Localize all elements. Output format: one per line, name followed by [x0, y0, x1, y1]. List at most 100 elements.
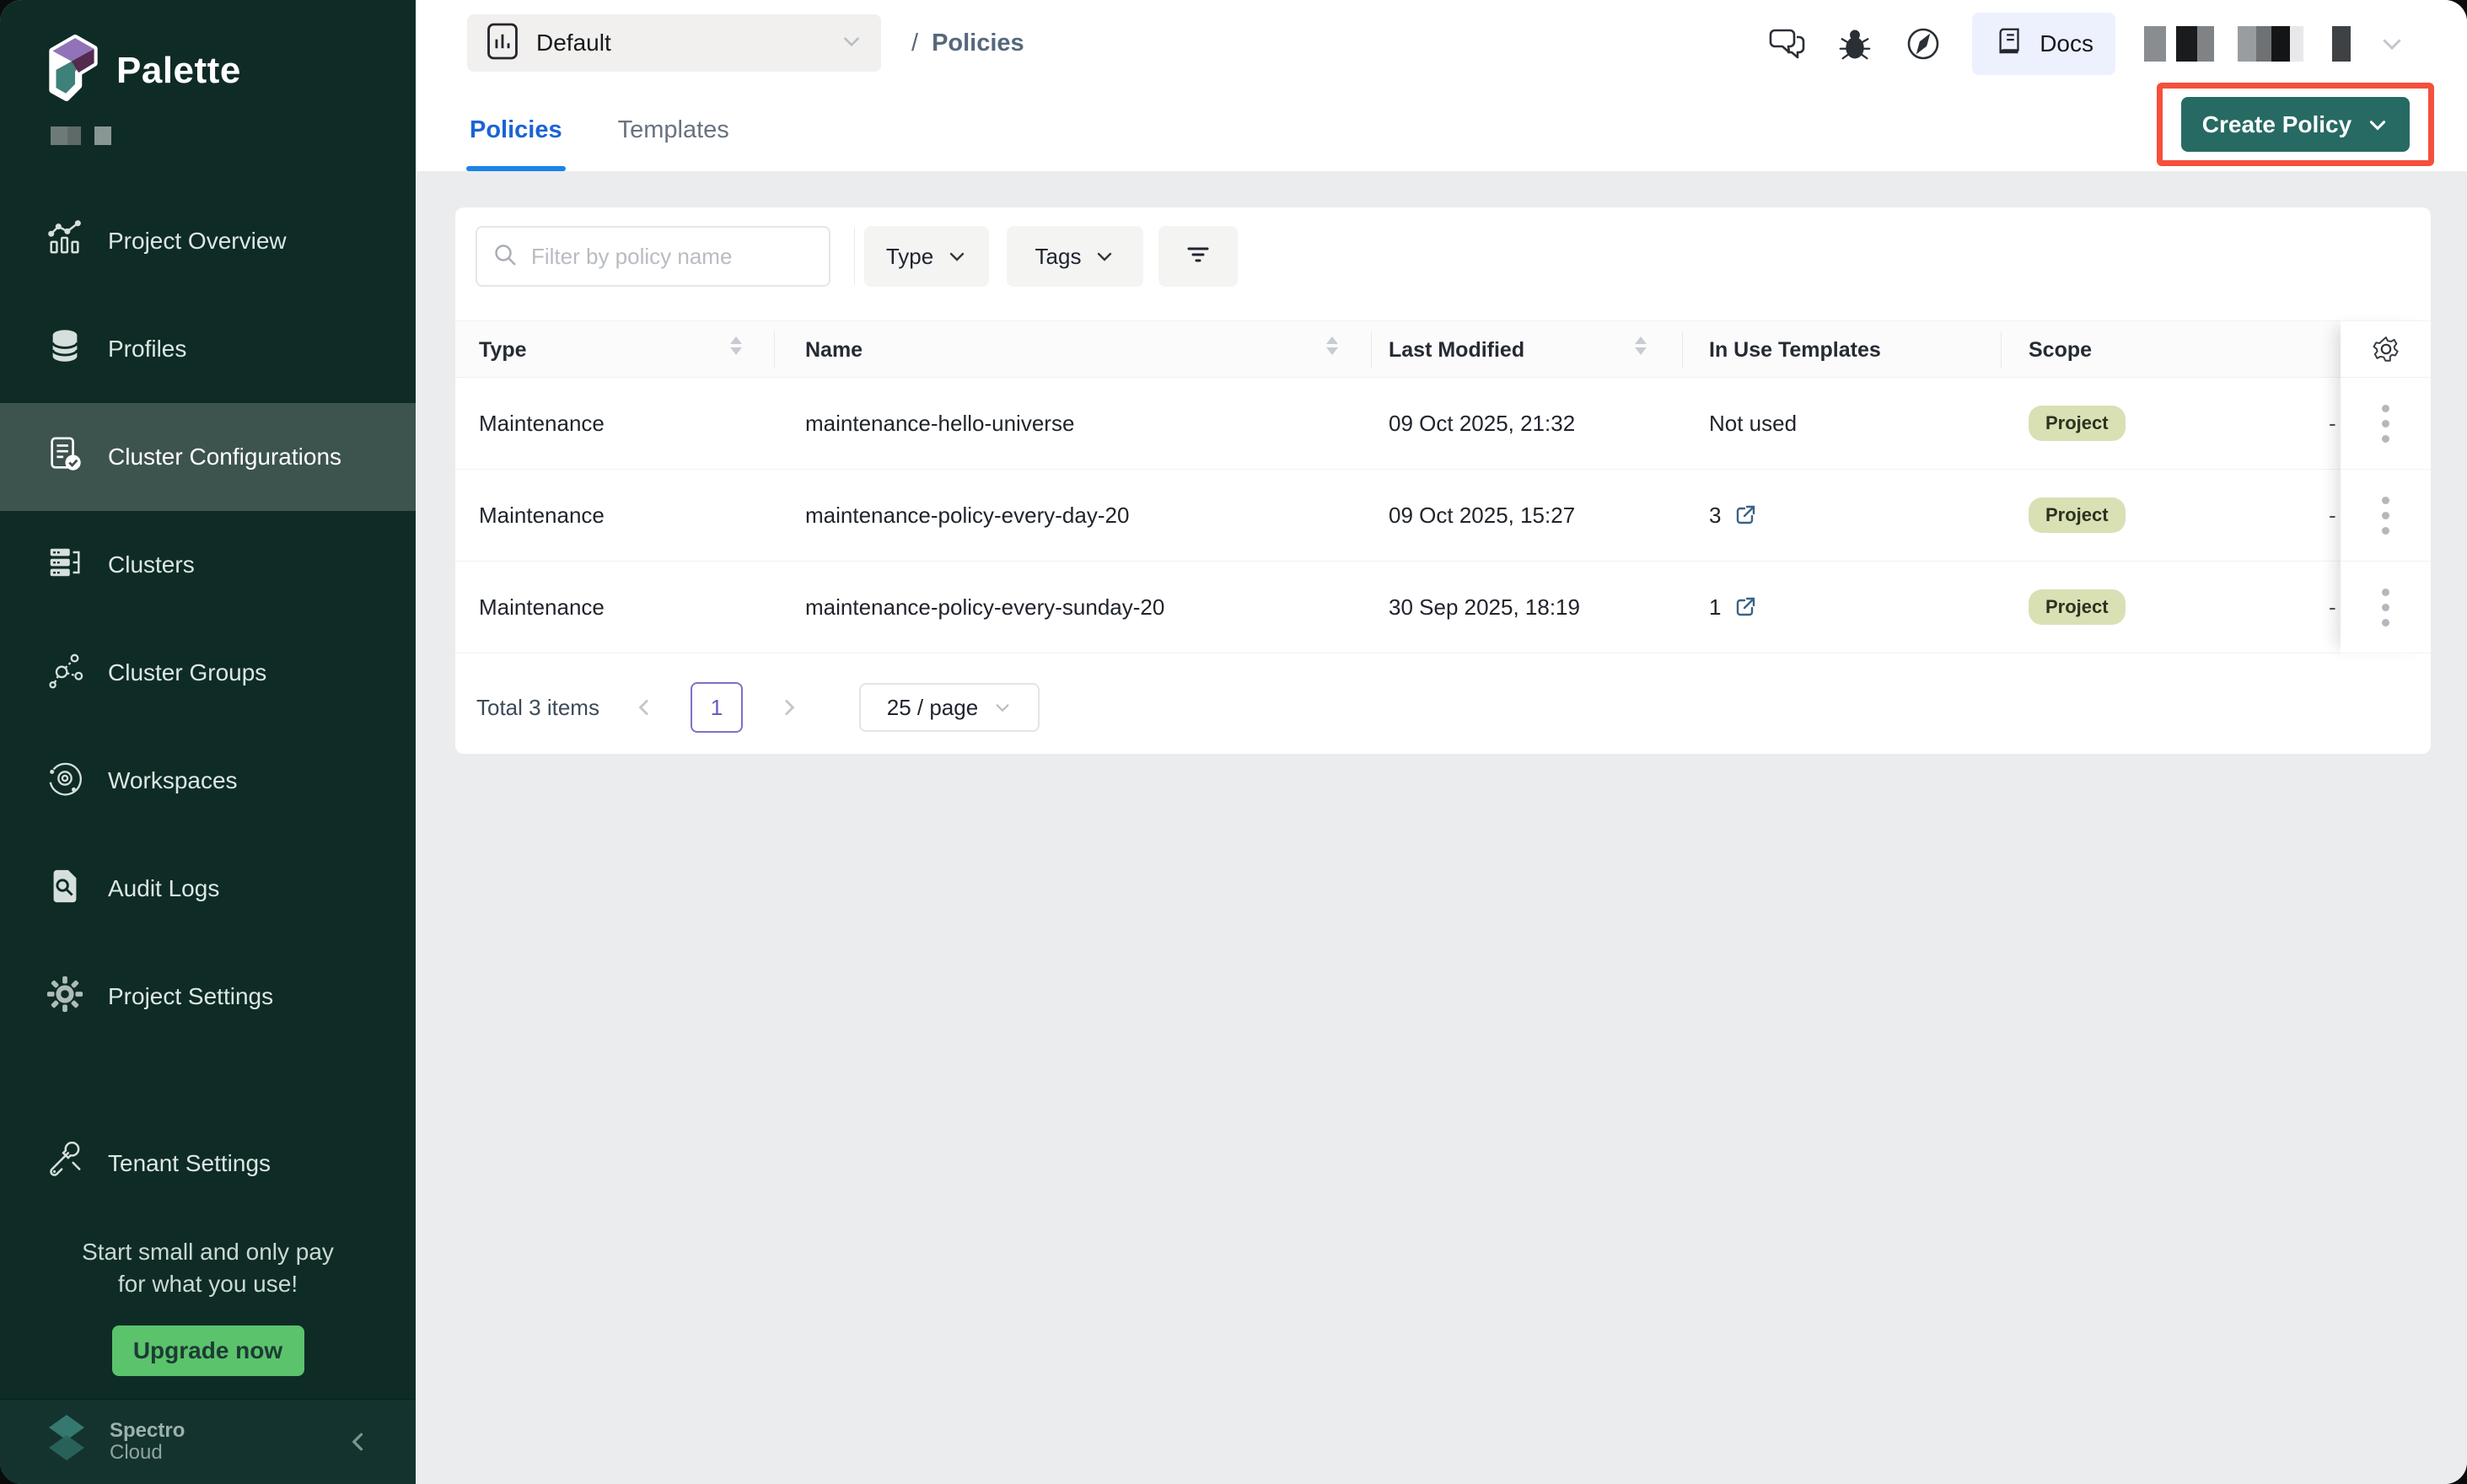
breadcrumb-separator: / — [911, 30, 918, 57]
divider — [854, 228, 855, 285]
kebab-menu-icon — [2382, 497, 2389, 535]
row-actions-menu[interactable] — [2341, 470, 2431, 562]
type-filter-dropdown[interactable]: Type — [864, 226, 989, 287]
sidebar-item-profiles[interactable]: Profiles — [0, 295, 416, 403]
breadcrumb: / Policies — [911, 30, 1024, 57]
current-page-button[interactable]: 1 — [691, 682, 743, 733]
filter-bar: Type Tags — [455, 207, 2431, 320]
redacted-user-info — [2144, 26, 2351, 62]
audit-log-icon — [46, 867, 84, 911]
search-input[interactable] — [529, 243, 814, 271]
sidebar-item-label: Clusters — [108, 551, 195, 578]
docs-button[interactable]: Docs — [1972, 13, 2115, 75]
external-link-icon[interactable] — [1733, 594, 1758, 620]
bar-chart-icon — [46, 219, 84, 264]
more-filters-button[interactable] — [1158, 226, 1238, 287]
cell-truncated: - — [2329, 470, 2336, 561]
table-actions-column — [2341, 320, 2431, 654]
cell-name: maintenance-policy-every-sunday-20 — [805, 562, 1164, 653]
app-window: Palette Project Overview — [0, 0, 2467, 1484]
cell-scope: Project — [2029, 378, 2126, 469]
chevron-down-icon — [2367, 114, 2389, 136]
main-area: Default / Policies — [416, 0, 2467, 1484]
tags-filter-label: Tags — [1035, 244, 1082, 270]
external-link-icon[interactable] — [1733, 503, 1758, 528]
scope-badge: Project — [2029, 589, 2126, 625]
policies-card: Type Tags Type — [455, 207, 2431, 754]
user-menu-chevron-icon[interactable] — [2379, 31, 2405, 56]
sidebar-item-cluster-groups[interactable]: Cluster Groups — [0, 619, 416, 727]
sidebar-item-project-overview[interactable]: Project Overview — [0, 187, 416, 295]
column-header-type[interactable]: Type — [479, 321, 527, 379]
tools-icon — [46, 1142, 84, 1186]
tags-filter-dropdown[interactable]: Tags — [1007, 226, 1143, 287]
book-icon — [1994, 25, 2026, 62]
sort-control-type[interactable] — [730, 336, 742, 355]
page-size-value: 25 / page — [887, 695, 978, 721]
sidebar-item-workspaces[interactable]: Workspaces — [0, 727, 416, 835]
sidebar-footer: Spectro Cloud — [0, 1399, 416, 1484]
page-size-dropdown[interactable]: 25 / page — [859, 683, 1040, 732]
sidebar-item-label: Project Settings — [108, 983, 273, 1010]
gear-icon — [46, 975, 84, 1019]
previous-page-button[interactable] — [625, 687, 665, 728]
next-page-button[interactable] — [768, 687, 809, 728]
column-divider — [1682, 331, 1683, 368]
column-header-in-use-templates: In Use Templates — [1709, 321, 1881, 379]
pagination-total: Total 3 items — [476, 695, 599, 721]
create-policy-button[interactable]: Create Policy — [2181, 97, 2410, 152]
table-row[interactable]: Maintenance maintenance-hello-universe 0… — [455, 378, 2431, 470]
column-settings-button[interactable] — [2341, 320, 2431, 378]
feedback-chat-icon[interactable] — [1766, 24, 1807, 64]
network-nodes-icon — [46, 651, 84, 696]
search-icon — [492, 242, 518, 272]
tab-bar: Policies Templates — [470, 116, 729, 171]
sidebar-item-project-settings[interactable]: Project Settings — [0, 943, 416, 1051]
filter-lines-icon — [1184, 239, 1212, 274]
sidebar-item-audit-logs[interactable]: Audit Logs — [0, 835, 416, 943]
tab-templates[interactable]: Templates — [618, 116, 729, 171]
sidebar-item-clusters[interactable]: Clusters — [0, 511, 416, 619]
cell-type: Maintenance — [479, 562, 605, 653]
table-body: Maintenance maintenance-hello-universe 0… — [455, 378, 2431, 653]
sidebar-item-label: Workspaces — [108, 767, 238, 794]
sidebar-item-tenant-settings[interactable]: Tenant Settings — [0, 1110, 416, 1218]
palette-logo-icon — [47, 34, 99, 107]
cell-type: Maintenance — [479, 378, 605, 469]
database-icon — [46, 327, 84, 372]
sidebar-item-label: Tenant Settings — [108, 1150, 271, 1177]
sort-control-name[interactable] — [1326, 336, 1338, 355]
cell-name: maintenance-policy-every-day-20 — [805, 470, 1129, 561]
breadcrumb-current: Policies — [932, 30, 1024, 57]
create-policy-label: Create Policy — [2202, 111, 2351, 138]
explore-compass-icon[interactable] — [1903, 24, 1943, 64]
column-header-last-modified[interactable]: Last Modified — [1389, 321, 1524, 379]
bug-report-icon[interactable] — [1835, 24, 1874, 63]
sidebar-item-label: Audit Logs — [108, 875, 219, 902]
sidebar-item-label: Cluster Groups — [108, 659, 266, 686]
column-header-name[interactable]: Name — [805, 321, 863, 379]
cell-in-use: Not used — [1709, 378, 1797, 469]
row-actions-menu[interactable] — [2341, 378, 2431, 470]
sort-control-last-modified[interactable] — [1635, 336, 1647, 355]
collapse-sidebar-icon[interactable] — [347, 1429, 372, 1454]
project-selector-dropdown[interactable]: Default — [467, 14, 881, 72]
project-icon — [486, 21, 519, 66]
project-selector-value: Default — [536, 30, 611, 56]
table-row[interactable]: Maintenance maintenance-policy-every-day… — [455, 470, 2431, 562]
cell-truncated: - — [2329, 562, 2336, 653]
scope-badge: Project — [2029, 406, 2126, 441]
row-actions-menu[interactable] — [2341, 562, 2431, 653]
chevron-down-icon — [993, 698, 1012, 717]
redacted-project-label — [51, 126, 111, 145]
upgrade-promo-text: Start small and only pay for what you us… — [0, 1236, 416, 1300]
sidebar-item-cluster-configurations[interactable]: Cluster Configurations — [0, 403, 416, 511]
sidebar-item-label: Cluster Configurations — [108, 444, 341, 470]
cell-scope: Project — [2029, 470, 2126, 561]
table-row[interactable]: Maintenance maintenance-policy-every-sun… — [455, 562, 2431, 653]
cell-last-modified: 30 Sep 2025, 18:19 — [1389, 562, 1580, 653]
upgrade-now-button[interactable]: Upgrade now — [112, 1325, 304, 1376]
tab-policies[interactable]: Policies — [470, 116, 562, 171]
kebab-menu-icon — [2382, 405, 2389, 443]
policy-search-field[interactable] — [476, 226, 830, 287]
